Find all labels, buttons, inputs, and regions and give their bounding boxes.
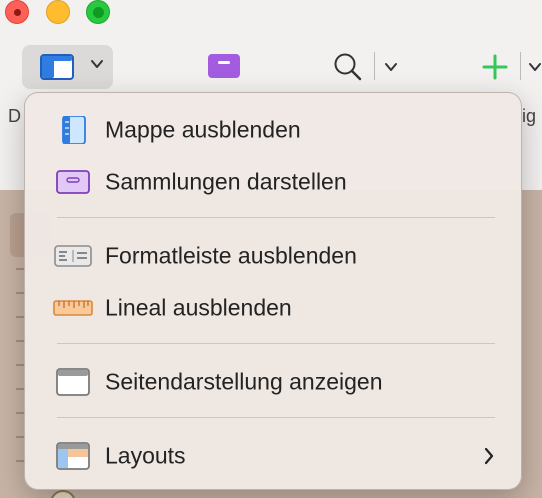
menu-separator (57, 217, 495, 218)
ruler-icon (53, 300, 93, 316)
menu-item-hide-ruler[interactable]: Lineal ausblenden (33, 285, 513, 331)
toolbar-divider (374, 52, 375, 80)
page-view-icon (56, 368, 90, 396)
minimize-window-button[interactable] (46, 0, 70, 24)
collection-icon[interactable] (207, 53, 241, 79)
zoom-dot-icon (93, 7, 104, 18)
menu-item-show-page-view[interactable]: Seitendarstellung anzeigen (33, 359, 513, 405)
format-bar-icon (54, 245, 92, 267)
close-dot-icon (14, 9, 21, 16)
toolbar-label-left: D (8, 106, 21, 126)
menu-item-label: Mappe ausblenden (105, 116, 301, 143)
menu-item-show-collections[interactable]: Sammlungen darstellen (33, 159, 513, 205)
layouts-icon (56, 442, 90, 470)
close-window-button[interactable] (5, 0, 29, 24)
menu-item-label: Formatleiste ausblenden (105, 242, 357, 269)
toolbar-divider (520, 52, 521, 80)
menu-item-hide-format-bar[interactable]: Formatleiste ausblenden (33, 233, 513, 279)
toolbar-label-right: ig (522, 106, 537, 126)
menu-item-hide-binder[interactable]: Mappe ausblenden (33, 107, 513, 153)
menu-item-label: Sammlungen darstellen (105, 168, 347, 195)
menu-item-label: Layouts (105, 442, 186, 469)
search-icon[interactable] (333, 52, 363, 82)
chevron-down-icon (91, 60, 103, 68)
collection-icon (56, 170, 90, 194)
chevron-right-icon (484, 447, 494, 465)
plus-icon[interactable] (482, 54, 508, 80)
binder-icon (62, 116, 86, 144)
view-menu-button[interactable] (22, 45, 113, 89)
menu-separator (57, 343, 495, 344)
menu-item-label: Seitendarstellung anzeigen (105, 368, 383, 395)
add-chevron-down-icon[interactable] (528, 61, 542, 73)
zoom-window-button[interactable] (86, 0, 110, 24)
view-dropdown-menu: Mappe ausblenden Sammlungen darstellen F… (24, 92, 522, 490)
menu-separator (57, 417, 495, 418)
sidebar-panel-icon (40, 54, 74, 80)
menu-item-label: Lineal ausblenden (105, 294, 292, 321)
search-chevron-down-icon[interactable] (384, 61, 398, 73)
menu-item-layouts[interactable]: Layouts (33, 433, 513, 479)
